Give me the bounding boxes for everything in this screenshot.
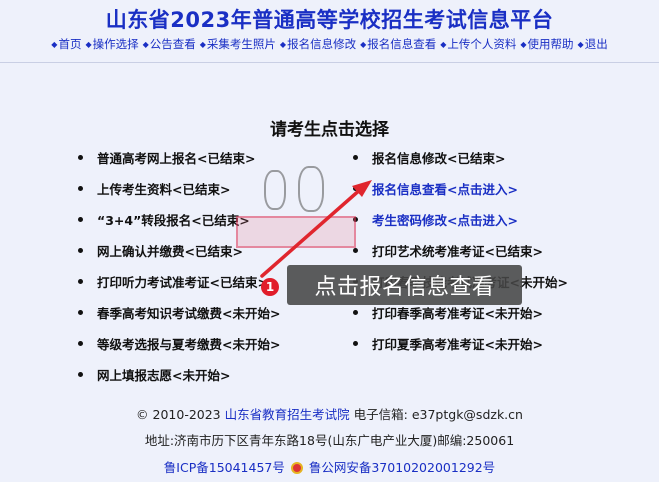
option-print-summer-ticket[interactable]: 打印夏季高考准考证<未开始>	[353, 328, 568, 359]
annotation-callout: 点击报名信息查看	[287, 265, 522, 305]
option-label: 普通高考网上报名<已结束>	[97, 151, 256, 166]
option-label: 上传考生资料<已结束>	[97, 182, 231, 197]
option-online-registration[interactable]: 普通高考网上报名<已结束>	[78, 142, 280, 173]
email-label: 电子信箱:	[353, 407, 408, 422]
diamond-icon: ◆	[577, 39, 584, 49]
nav-label: 使用帮助	[527, 37, 574, 51]
bullet-icon	[353, 217, 358, 222]
nav-collect-photo[interactable]: ◆ 采集考生照片	[200, 36, 276, 52]
nav-home[interactable]: ◆ 首页	[51, 36, 81, 52]
header-divider	[0, 62, 659, 63]
bullet-icon	[78, 186, 83, 191]
footer-address: 地址:济南市历下区青年东路18号(山东广电产业大厦)邮编:250061	[144, 433, 515, 448]
option-change-password[interactable]: 考生密码修改<点击进入>	[353, 204, 568, 235]
option-fill-volunteer[interactable]: 网上填报志愿<未开始>	[78, 359, 280, 390]
option-3plus4-transfer[interactable]: “3+4”转段报名<已结束>	[78, 204, 280, 235]
right-option-list: 报名信息修改<已结束> 报名信息查看<点击进入> 考生密码修改<点击进入> 打印…	[353, 142, 568, 359]
diamond-icon: ◆	[51, 39, 58, 49]
bullet-icon	[78, 279, 83, 284]
nav-label: 上传个人资料	[447, 37, 517, 51]
option-view-registration[interactable]: 报名信息查看<点击进入>	[353, 173, 568, 204]
email-value: e37ptgk@sdzk.cn	[411, 407, 523, 422]
bullet-icon	[78, 217, 83, 222]
option-label: 打印春季高考准考证<未开始>	[372, 306, 543, 321]
bullet-icon	[353, 186, 358, 191]
diamond-icon: ◆	[142, 39, 149, 49]
nav-operation-select[interactable]: ◆ 操作选择	[85, 36, 138, 52]
bullet-icon	[78, 155, 83, 160]
diamond-icon: ◆	[440, 39, 447, 49]
page-heading: 请考生点击选择	[270, 120, 389, 140]
option-label: 报名信息修改<已结束>	[372, 151, 506, 166]
option-level-exam-fee[interactable]: 等级考选报与夏考缴费<未开始>	[78, 328, 280, 359]
option-label: 打印艺术统考准考证<已结束>	[372, 244, 543, 259]
nav-announcements[interactable]: ◆ 公告查看	[143, 36, 196, 52]
police-record-link[interactable]: 鲁公网安备37010202001292号	[309, 460, 495, 475]
option-label: 网上填报志愿<未开始>	[97, 368, 231, 383]
bullet-icon	[78, 248, 83, 253]
nav-label: 公告查看	[149, 37, 196, 51]
diamond-icon: ◆	[199, 39, 206, 49]
diamond-icon: ◆	[360, 39, 367, 49]
bullet-icon	[78, 310, 83, 315]
bullet-icon	[353, 155, 358, 160]
option-label: 打印听力考试准考证<已结束>	[97, 275, 268, 290]
nav-label: 操作选择	[92, 37, 139, 51]
nav-upload-materials[interactable]: ◆ 上传个人资料	[440, 36, 516, 52]
police-badge-icon	[290, 462, 303, 474]
nav-label: 采集考生照片	[206, 37, 276, 51]
footer-copyright: © 2010-2023 山东省教育招生考试院 电子信箱: e37ptgk@sdz…	[0, 404, 659, 423]
option-label: 网上确认并缴费<已结束>	[97, 244, 243, 259]
option-label: 考生密码修改<点击进入>	[372, 213, 518, 228]
option-upload-materials[interactable]: 上传考生资料<已结束>	[78, 173, 280, 204]
nav-label: 报名信息修改	[287, 37, 357, 51]
footer-registration: 鲁ICP备15041457号 鲁公网安备37010202001292号	[0, 457, 659, 476]
option-label: “3+4”转段报名<已结束>	[97, 213, 250, 228]
bullet-icon	[78, 341, 83, 346]
option-spring-knowledge-fee[interactable]: 春季高考知识考试缴费<未开始>	[78, 297, 280, 328]
nav-help[interactable]: ◆ 使用帮助	[520, 36, 573, 52]
option-label: 等级考选报与夏考缴费<未开始>	[97, 337, 281, 352]
icp-link[interactable]: 鲁ICP备15041457号	[164, 460, 285, 475]
site-title: 山东省2023年普通高等学校招生考试信息平台	[105, 8, 554, 32]
nav-label: 首页	[58, 37, 82, 51]
bullet-icon	[78, 372, 83, 377]
option-label: 报名信息查看<点击进入>	[372, 182, 518, 197]
institute-link[interactable]: 山东省教育招生考试院	[225, 407, 350, 422]
bullet-icon	[353, 341, 358, 346]
diamond-icon: ◆	[520, 39, 527, 49]
bullet-icon	[353, 310, 358, 315]
option-label: 春季高考知识考试缴费<未开始>	[97, 306, 281, 321]
left-option-list: 普通高考网上报名<已结束> 上传考生资料<已结束> “3+4”转段报名<已结束>…	[78, 142, 280, 390]
nav-label: 退出	[584, 37, 608, 51]
diamond-icon: ◆	[85, 39, 92, 49]
top-navigation: ◆ 首页 ◆ 操作选择 ◆ 公告查看 ◆ 采集考生照片 ◆ 报名信息修改 ◆ 报名信息查看 …	[0, 34, 659, 54]
nav-view-registration[interactable]: ◆ 报名信息查看	[360, 36, 436, 52]
option-label: 打印夏季高考准考证<未开始>	[372, 337, 543, 352]
nav-modify-registration[interactable]: ◆ 报名信息修改	[280, 36, 356, 52]
nav-logout[interactable]: ◆ 退出	[578, 36, 608, 52]
option-print-art-ticket[interactable]: 打印艺术统考准考证<已结束>	[353, 235, 568, 266]
option-confirm-pay[interactable]: 网上确认并缴费<已结束>	[78, 235, 280, 266]
step-badge: 1	[261, 278, 279, 296]
option-print-listening-ticket[interactable]: 打印听力考试准考证<已结束>	[78, 266, 280, 297]
bullet-icon	[353, 248, 358, 253]
copyright-text: © 2010-2023	[136, 407, 221, 422]
nav-label: 报名信息查看	[367, 37, 437, 51]
diamond-icon: ◆	[279, 39, 287, 49]
option-modify-registration[interactable]: 报名信息修改<已结束>	[353, 142, 568, 173]
